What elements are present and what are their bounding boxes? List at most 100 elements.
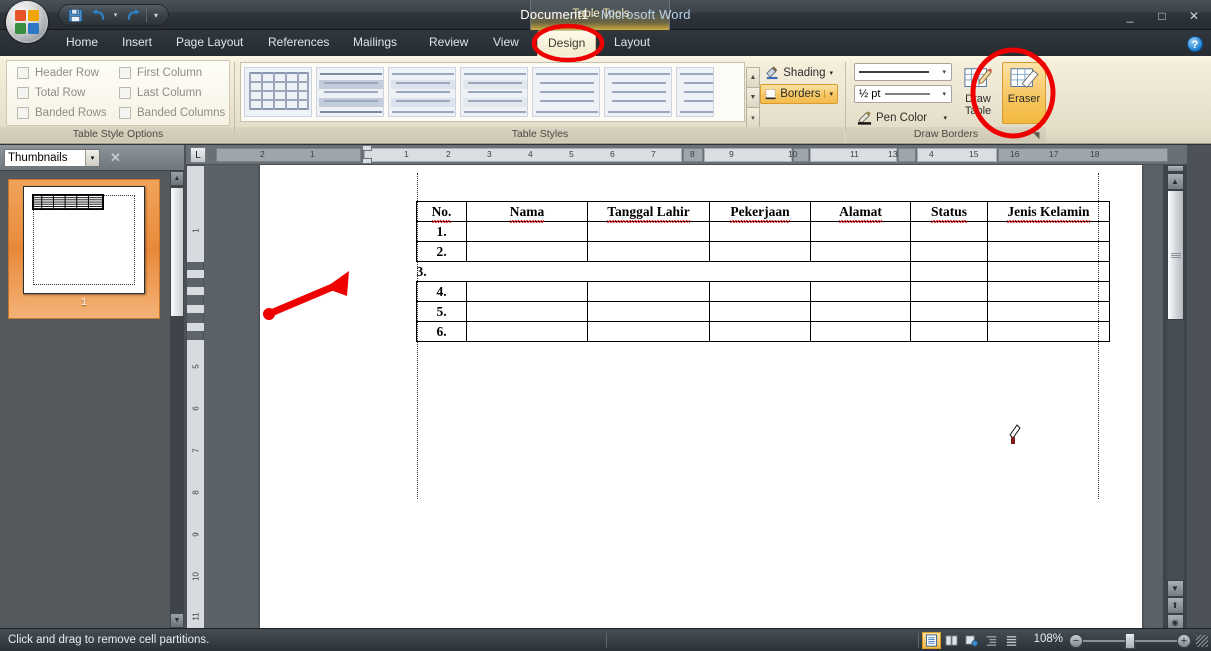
table-cell-no[interactable]: 4.	[416, 281, 467, 302]
thumbnail-scroll-down-button[interactable]: ▼	[170, 613, 184, 628]
table-header-cell[interactable]: Nama	[466, 201, 588, 223]
pen-color-button[interactable]: Pen Color ▾	[852, 107, 952, 128]
table-header-cell[interactable]: Tanggal Lahir	[587, 201, 710, 223]
document-canvas[interactable]: No. Nama Tanggal Lahir Pekerjaan Alamat …	[204, 165, 1187, 628]
table-header-row[interactable]: No. Nama Tanggal Lahir Pekerjaan Alamat …	[416, 201, 1110, 223]
table-style-thumb-2[interactable]	[316, 67, 384, 117]
tab-design[interactable]: Design	[537, 30, 597, 56]
document-page[interactable]: No. Nama Tanggal Lahir Pekerjaan Alamat …	[260, 165, 1142, 628]
thumbnail-scroll-thumb[interactable]	[170, 187, 184, 317]
table-cell-no[interactable]: 1.	[416, 221, 467, 242]
maximize-button[interactable]: □	[1151, 8, 1173, 24]
help-button[interactable]: ?	[1187, 36, 1203, 52]
draw-table-button[interactable]: Draw Table	[956, 62, 1000, 124]
table-cell[interactable]	[587, 301, 710, 322]
checkbox-last-column[interactable]: Last Column	[119, 87, 202, 99]
split-window-handle[interactable]	[1166, 165, 1184, 172]
table-styles-gallery[interactable]: ▲ ▼ ▾	[240, 62, 760, 128]
table-cell[interactable]	[709, 221, 811, 242]
table-cell[interactable]	[587, 281, 710, 302]
tab-page-layout[interactable]: Page Layout	[166, 30, 253, 56]
checkbox-header-row[interactable]: Header Row	[17, 67, 99, 79]
gallery-scroll-down-button[interactable]: ▼	[746, 87, 760, 108]
table-cell[interactable]	[810, 321, 911, 342]
shading-button[interactable]: Shading ▾	[760, 62, 838, 83]
table-cell[interactable]	[587, 321, 710, 342]
line-weight-combo[interactable]: ½ pt ▾	[854, 85, 952, 103]
table-cell[interactable]	[709, 241, 811, 262]
print-layout-view-button[interactable]	[922, 632, 941, 649]
document-table[interactable]: No. Nama Tanggal Lahir Pekerjaan Alamat …	[416, 201, 1110, 342]
table-cell[interactable]	[910, 261, 988, 282]
vertical-ruler[interactable]: 1 5 6 7 8 9 10 11	[186, 165, 205, 629]
tab-stop-selector[interactable]: L	[190, 147, 206, 163]
checkbox-banded-rows[interactable]: Banded Rows	[17, 107, 107, 119]
table-header-cell[interactable]: Jenis Kelamin	[987, 201, 1110, 223]
table-cell[interactable]	[810, 241, 911, 262]
close-thumbnail-pane-button[interactable]: ✕	[110, 150, 121, 166]
table-cell[interactable]	[466, 221, 588, 242]
previous-page-button[interactable]: ⬆	[1166, 597, 1184, 614]
select-browse-object-button[interactable]: ◉	[1166, 614, 1184, 628]
line-style-combo[interactable]: ▾	[854, 63, 952, 81]
table-cell[interactable]	[810, 281, 911, 302]
gallery-more-button[interactable]: ▾	[746, 107, 760, 128]
scroll-track[interactable]	[1166, 320, 1184, 580]
zoom-level-label[interactable]: 108%	[1034, 633, 1063, 645]
tab-view[interactable]: View	[483, 30, 529, 56]
table-row[interactable]: 6.	[416, 321, 1110, 342]
window-resize-grip[interactable]	[1196, 635, 1208, 647]
table-cell[interactable]	[810, 221, 911, 242]
table-cell-no[interactable]: 6.	[416, 321, 467, 342]
scroll-down-button[interactable]: ▼	[1166, 580, 1184, 597]
thumbnail-page-1[interactable]: 1	[8, 179, 160, 319]
table-style-thumb-3[interactable]	[388, 67, 456, 117]
table-cell[interactable]	[709, 281, 811, 302]
table-cell-no[interactable]: 5.	[416, 301, 467, 322]
tab-layout[interactable]: Layout	[604, 30, 660, 56]
draw-borders-dialog-launcher[interactable]: ◥	[1030, 129, 1042, 141]
table-row[interactable]: 5.	[416, 301, 1110, 322]
table-cell[interactable]	[466, 301, 588, 322]
table-style-thumb-1[interactable]	[244, 67, 312, 117]
gallery-scroll-up-button[interactable]: ▲	[746, 67, 760, 88]
table-cell[interactable]	[587, 221, 710, 242]
table-cell[interactable]	[466, 241, 588, 262]
table-cell[interactable]	[466, 281, 588, 302]
table-cell[interactable]	[910, 221, 988, 242]
table-cell-merged[interactable]: 3.	[416, 261, 911, 282]
eraser-button[interactable]: Eraser	[1002, 62, 1046, 124]
borders-button[interactable]: Borders ▾	[760, 84, 838, 104]
table-cell[interactable]	[587, 241, 710, 262]
table-header-cell[interactable]: Pekerjaan	[709, 201, 811, 223]
web-layout-view-button[interactable]	[962, 632, 981, 649]
checkbox-banded-columns[interactable]: Banded Columns	[119, 107, 225, 119]
table-cell[interactable]	[709, 301, 811, 322]
minimize-button[interactable]: _	[1119, 8, 1141, 24]
table-header-cell[interactable]: Status	[910, 201, 988, 223]
table-cell[interactable]	[987, 281, 1110, 302]
thumbnail-scroll-up-button[interactable]: ▲	[170, 171, 184, 186]
checkbox-first-column[interactable]: First Column	[119, 67, 202, 79]
office-button[interactable]	[6, 1, 48, 43]
table-cell[interactable]	[910, 281, 988, 302]
table-cell[interactable]	[810, 301, 911, 322]
tab-home[interactable]: Home	[56, 30, 108, 56]
thumbnail-pane-selector[interactable]: Thumbnails ▾	[4, 148, 100, 167]
draft-view-button[interactable]	[1002, 632, 1021, 649]
zoom-in-button[interactable]: +	[1177, 634, 1191, 648]
table-header-cell[interactable]: No.	[416, 201, 467, 223]
thumbnail-pane-scrollbar[interactable]: ▲ ▼	[170, 171, 184, 628]
indent-marker-top[interactable]	[362, 145, 372, 151]
document-vertical-scrollbar[interactable]: ▲ ▼ ⬆ ◉ ⬇	[1163, 165, 1187, 628]
tab-mailings[interactable]: Mailings	[343, 30, 407, 56]
table-cell[interactable]	[987, 221, 1110, 242]
table-row[interactable]: 4.	[416, 281, 1110, 302]
table-header-cell[interactable]: Alamat	[810, 201, 911, 223]
zoom-slider-handle[interactable]	[1125, 633, 1135, 649]
table-style-thumb-5[interactable]	[532, 67, 600, 117]
table-cell[interactable]	[987, 261, 1110, 282]
table-cell[interactable]	[987, 321, 1110, 342]
table-row[interactable]: 2.	[416, 241, 1110, 262]
table-cell[interactable]	[910, 301, 988, 322]
